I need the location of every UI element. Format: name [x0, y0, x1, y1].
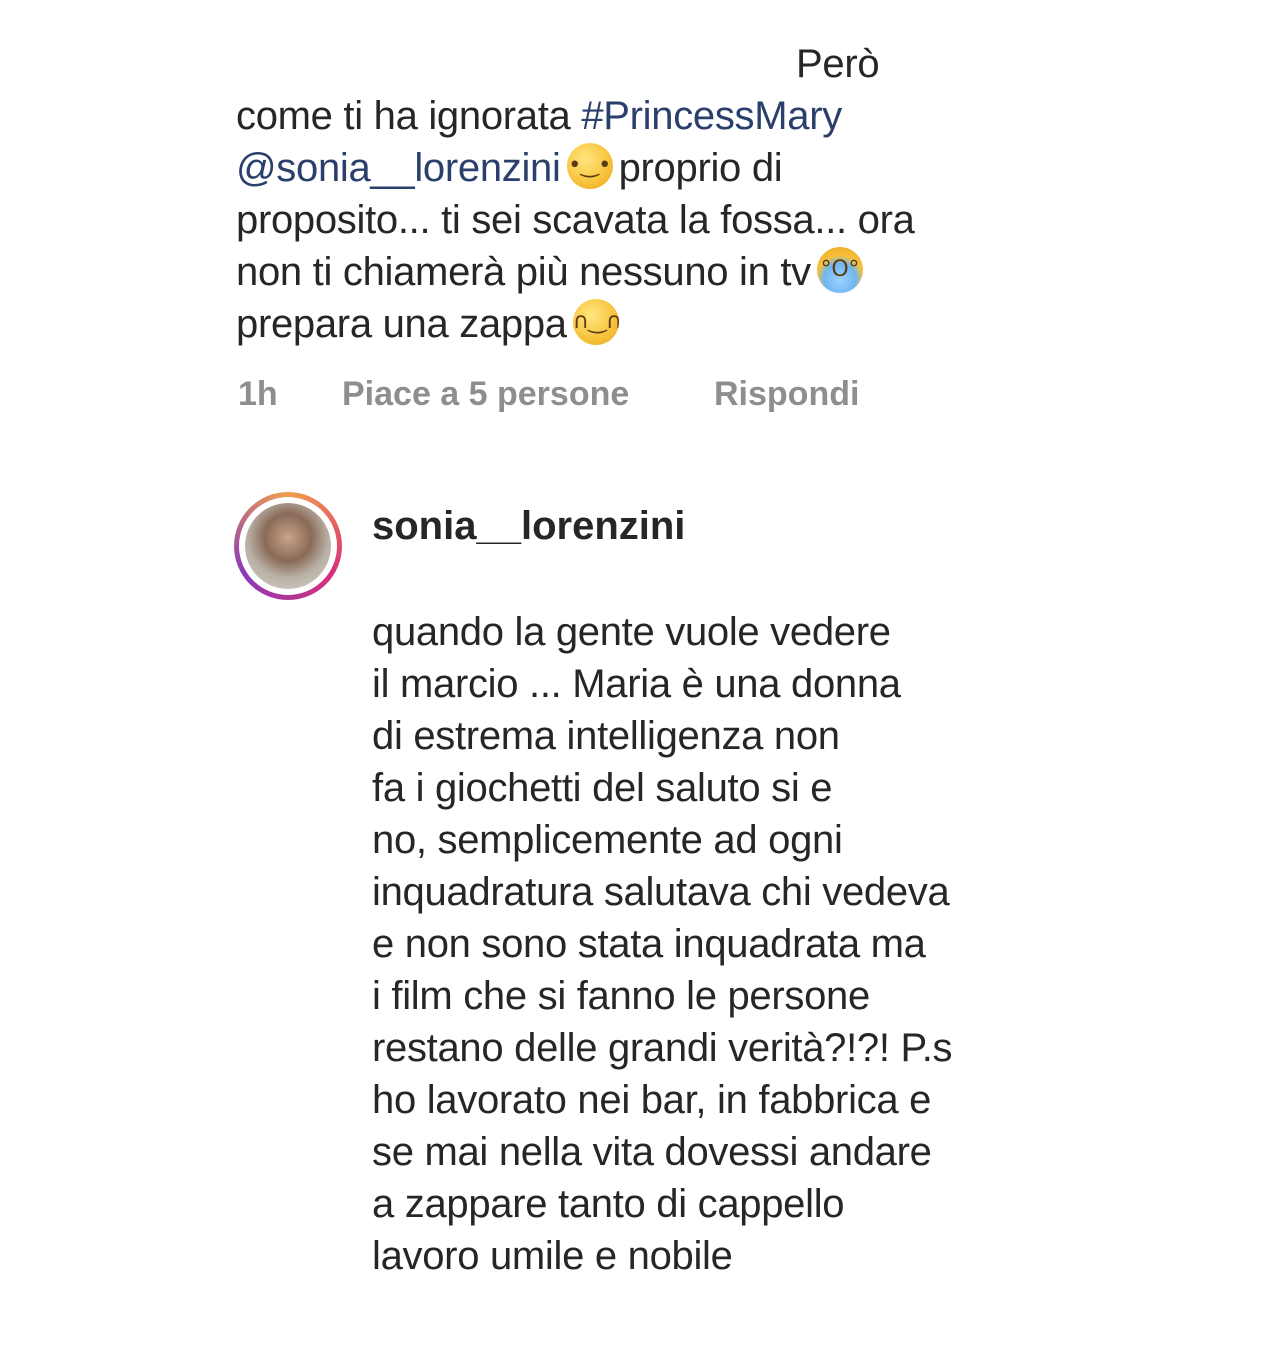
reply-line: no, semplicemente ad ogni	[372, 818, 843, 862]
comment-line: proposito... ti sei scavata la fossa... …	[236, 198, 915, 242]
comment-text: non ti chiamerà più nessuno in tv	[236, 250, 811, 294]
avatar-photo	[245, 503, 331, 589]
tears-of-joy-emoji: ∩‿∩	[572, 299, 619, 345]
reply-line: e non sono stata inquadrata ma	[372, 922, 926, 966]
screaming-face-emoji: °O°	[816, 247, 863, 293]
reply-line: il marcio ... Maria è una donna	[372, 662, 901, 706]
reply-line: quando la gente vuole vedere	[372, 610, 891, 654]
reply-line: fa i giochetti del saluto si e	[372, 766, 833, 810]
reply-line: lavoro umile e nobile	[372, 1234, 733, 1278]
reply-line: ho lavorato nei bar, in fabbrica e	[372, 1078, 932, 1122]
avatar-border	[239, 497, 337, 595]
reply-line: di estrema intelligenza non	[372, 714, 840, 758]
drooling-face-emoji: •‿•	[566, 143, 613, 189]
comment-line: Però	[796, 42, 880, 86]
reply-line: restano delle grandi verità?!?! P.s	[372, 1026, 953, 1070]
comment-text: prepara una zappa	[236, 302, 567, 346]
mention-link[interactable]: @sonia__lorenzini	[236, 146, 561, 190]
comment-text: proprio di	[618, 146, 783, 190]
comment-text: come ti ha ignorata	[236, 94, 571, 138]
likes-link[interactable]: Piace a 5 persone	[342, 372, 629, 416]
comment-time: 1h	[238, 375, 278, 413]
reply-line: inquadratura salutava chi vedeva	[372, 870, 950, 914]
reply-line: i film che si fanno le persone	[372, 974, 870, 1018]
reply-line: se mai nella vita dovessi andare	[372, 1130, 932, 1174]
comment-line: prepara una zappa ∩‿∩	[236, 298, 625, 350]
avatar[interactable]	[234, 492, 342, 600]
reply-line: a zappare tanto di cappello	[372, 1182, 845, 1226]
comment-line: come ti ha ignorata #PrincessMary	[236, 90, 842, 142]
comment-line: @sonia__lorenzini •‿• proprio di	[236, 142, 783, 194]
hashtag-link[interactable]: #PrincessMary	[581, 94, 842, 138]
reply-button[interactable]: Rispondi	[714, 372, 859, 416]
comment-line: non ti chiamerà più nessuno in tv °O°	[236, 246, 869, 298]
reply-username[interactable]: sonia__lorenzini	[372, 500, 685, 552]
